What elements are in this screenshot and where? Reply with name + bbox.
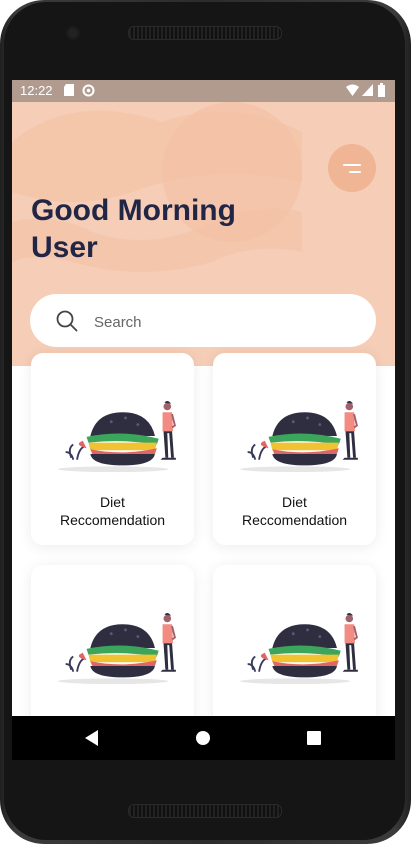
status-time: 12:22 — [20, 83, 53, 98]
menu-button[interactable] — [328, 144, 376, 192]
menu-icon — [343, 163, 361, 166]
back-button[interactable] — [82, 728, 102, 748]
card-title-line-1: Diet — [100, 494, 125, 510]
home-icon — [196, 731, 210, 745]
search-bar[interactable] — [30, 294, 376, 347]
card-diet-recommendation-1[interactable]: Diet Reccomendation — [31, 353, 194, 545]
data-saver-icon — [82, 84, 95, 100]
greeting-line-2: User — [31, 231, 98, 264]
signal-icon — [362, 84, 373, 99]
search-input[interactable] — [92, 309, 356, 335]
header-section: Good Morning User — [12, 102, 395, 366]
phone-frame: 12:22 Good Morning User Search Diet Recc… — [0, 0, 411, 844]
burger-illustration — [239, 612, 359, 685]
screen: 12:22 Good Morning User Search Diet Recc… — [12, 80, 395, 760]
recents-button[interactable] — [304, 728, 324, 748]
card-title: Diet Reccomendation — [31, 493, 194, 529]
burger-illustration — [57, 400, 177, 473]
burger-illustration — [239, 400, 359, 473]
card-title-line-2: Reccomendation — [241, 512, 348, 528]
bottom-speaker — [128, 804, 282, 818]
menu-icon-line — [349, 170, 361, 173]
card-title: Diet Reccomendation — [213, 493, 376, 529]
front-camera — [68, 28, 78, 38]
card-diet-recommendation-2[interactable]: Diet Reccomendation — [213, 353, 376, 545]
back-icon — [85, 730, 98, 746]
burger-illustration — [57, 612, 177, 685]
search-icon — [56, 310, 78, 332]
greeting-line-1: Good Morning — [31, 194, 236, 227]
card-title-line-2: Reccomendation — [59, 512, 166, 528]
card-title-line-1: Diet — [282, 494, 307, 510]
greeting-title: Good Morning User — [31, 192, 291, 266]
wifi-icon — [346, 84, 359, 99]
top-speaker — [128, 26, 282, 40]
recents-icon — [307, 731, 321, 745]
sd-card-icon — [64, 84, 74, 99]
status-bar: 12:22 — [12, 80, 395, 102]
battery-icon — [378, 83, 385, 100]
home-button[interactable] — [193, 728, 213, 748]
system-navigation-bar — [12, 716, 395, 760]
